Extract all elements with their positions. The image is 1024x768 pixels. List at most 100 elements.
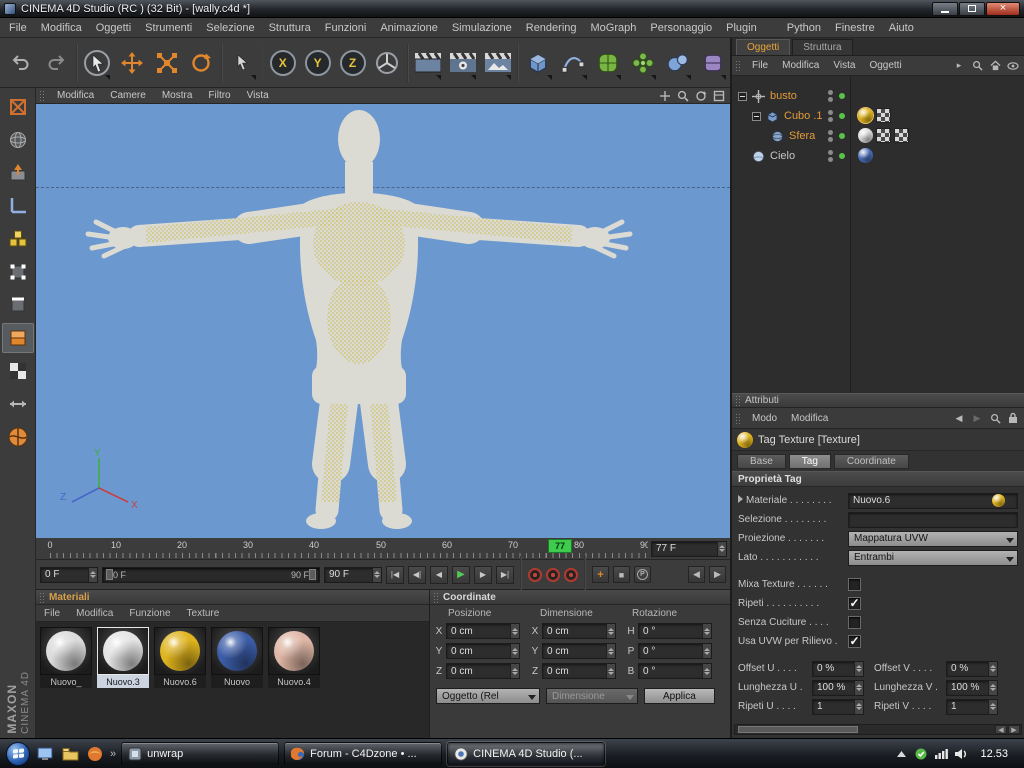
visibility-dots[interactable] <box>828 110 833 122</box>
vp-menu-filtro[interactable]: Filtro <box>200 88 238 103</box>
scale-tool[interactable] <box>149 41 184 85</box>
menu-funzioni[interactable]: Funzioni <box>318 18 374 37</box>
menu-file[interactable]: File <box>2 18 34 37</box>
uvw-tag[interactable] <box>876 128 891 143</box>
subdivision-surface-button[interactable] <box>591 41 626 85</box>
panel-overflow-icon[interactable]: ▸ <box>952 59 966 72</box>
material-item[interactable]: Nuovo <box>211 627 263 688</box>
goto-start-button[interactable]: |◀ <box>386 565 404 584</box>
array-object-button[interactable] <box>625 41 660 85</box>
antivirus-tray-icon[interactable] <box>914 747 928 761</box>
play-button[interactable]: ▶ <box>452 565 470 584</box>
collapse-icon[interactable] <box>738 91 747 101</box>
rotate-tool[interactable] <box>184 41 219 85</box>
enabled-dot[interactable] <box>839 153 845 159</box>
taskbar-button-firefox[interactable]: Forum - C4Dzone • ... <box>284 741 443 766</box>
workplane-mode-button[interactable] <box>2 191 34 221</box>
object-label[interactable]: Sfera <box>789 130 815 142</box>
render-view-button[interactable] <box>411 41 446 85</box>
attr-menu-modo[interactable]: Modo <box>745 408 784 428</box>
proiezione-dropdown[interactable]: Mappatura UVW <box>848 530 1018 547</box>
tab-tag[interactable]: Tag <box>788 453 831 469</box>
object-row-cubo[interactable]: Cubo .1 <box>732 106 1024 126</box>
texture-tag[interactable] <box>858 148 873 163</box>
title-bar[interactable]: CINEMA 4D Studio (RC ) (32 Bit) - [wally… <box>0 0 1024 18</box>
material-item[interactable]: Nuovo.6 <box>154 627 206 688</box>
om-menu-oggetti[interactable]: Oggetti <box>862 56 908 75</box>
picture-viewer-button[interactable] <box>480 41 515 85</box>
autokey-button[interactable] <box>546 567 560 582</box>
visibility-dots[interactable] <box>828 130 833 142</box>
mat-menu-file[interactable]: File <box>36 605 68 621</box>
taskbar-clock[interactable]: 12.53 <box>974 748 1014 760</box>
material-item[interactable]: Nuovo_ <box>40 627 92 688</box>
enabled-dot[interactable] <box>839 133 845 139</box>
range-end-field[interactable]: 90 F <box>324 566 382 583</box>
goto-end-button[interactable]: ▶| <box>496 565 514 584</box>
quicklaunch-explorer-icon[interactable] <box>60 744 80 764</box>
record-keyframe-button[interactable] <box>528 567 542 582</box>
home-icon[interactable] <box>988 59 1002 72</box>
om-menu-file[interactable]: File <box>745 56 775 75</box>
lato-dropdown[interactable]: Entrambi <box>848 549 1018 566</box>
next-frame-button[interactable]: ▶ <box>474 565 492 584</box>
om-menu-vista[interactable]: Vista <box>826 56 862 75</box>
offset-u-field[interactable]: 0 % <box>812 660 864 677</box>
render-settings-button[interactable] <box>445 41 480 85</box>
ripeti-checkbox[interactable]: ✓ <box>848 597 861 610</box>
material-item[interactable]: Nuovo.4 <box>268 627 320 688</box>
keyframe-position-toggle[interactable]: + <box>592 566 609 583</box>
texture-tag-selected[interactable] <box>858 108 873 123</box>
object-label[interactable]: Cielo <box>770 150 795 162</box>
scrollbar-thumb[interactable] <box>738 726 858 733</box>
quicklaunch-browser-icon[interactable] <box>85 744 105 764</box>
menu-strumenti[interactable]: Strumenti <box>138 18 199 37</box>
redo-button[interactable] <box>39 41 74 85</box>
vp-menu-mostra[interactable]: Mostra <box>154 88 201 103</box>
frame-spinner[interactable] <box>717 541 726 556</box>
vp-menu-vista[interactable]: Vista <box>239 88 277 103</box>
object-label[interactable]: Cubo .1 <box>784 110 823 122</box>
current-frame-marker[interactable]: 77 <box>548 539 572 553</box>
pos-z-field[interactable]: 0 cm <box>446 663 520 679</box>
taskbar-button-unwrap[interactable]: unwrap <box>121 741 280 766</box>
move-tool[interactable] <box>114 41 149 85</box>
search-icon[interactable] <box>970 59 984 72</box>
selezione-field[interactable] <box>848 511 1018 528</box>
materiale-field[interactable]: Nuovo.6 <box>848 492 1018 509</box>
menu-aiuto[interactable]: Aiuto <box>882 18 921 37</box>
deformer-button[interactable] <box>695 41 730 85</box>
apply-button[interactable]: Applica <box>644 688 715 704</box>
quicklaunch-overflow[interactable]: » <box>110 748 116 760</box>
volume-tray-icon[interactable] <box>954 747 968 761</box>
rotate-view-icon[interactable] <box>693 90 708 102</box>
menu-personaggio[interactable]: Personaggio <box>643 18 719 37</box>
offset-v-field[interactable]: 0 % <box>946 660 998 677</box>
minimize-button[interactable] <box>932 1 958 16</box>
live-selection-tool[interactable] <box>80 41 115 85</box>
pos-y-field[interactable]: 0 cm <box>446 643 520 659</box>
powerslider-left-arrow[interactable]: ◀ <box>688 566 705 583</box>
tab-struttura[interactable]: Struttura <box>792 39 853 55</box>
spline-pen-button[interactable] <box>556 41 591 85</box>
network-tray-icon[interactable] <box>934 747 948 761</box>
menu-python[interactable]: Python <box>780 18 828 37</box>
hidden-icons-arrow[interactable] <box>894 747 908 761</box>
rilievo-checkbox[interactable]: ✓ <box>848 635 861 648</box>
visibility-dots[interactable] <box>828 90 833 102</box>
menu-modifica[interactable]: Modifica <box>34 18 89 37</box>
primitive-cube-button[interactable] <box>521 41 556 85</box>
lunghezza-v-field[interactable]: 100 % <box>946 679 998 696</box>
range-handle-right[interactable] <box>309 569 316 580</box>
rot-p-field[interactable]: 0 ° <box>638 643 712 659</box>
mat-menu-funzione[interactable]: Funzione <box>121 605 178 621</box>
start-button[interactable] <box>6 741 30 766</box>
menu-struttura[interactable]: Struttura <box>262 18 318 37</box>
rot-h-field[interactable]: 0 ° <box>638 623 712 639</box>
enabled-dot[interactable] <box>839 113 845 119</box>
axis-modification-button[interactable] <box>2 389 34 419</box>
texture-tag[interactable] <box>858 128 873 143</box>
menu-plugin[interactable]: Plugin <box>719 18 764 37</box>
menu-finestre[interactable]: Finestre <box>828 18 882 37</box>
attr-menu-modifica[interactable]: Modifica <box>784 408 835 428</box>
